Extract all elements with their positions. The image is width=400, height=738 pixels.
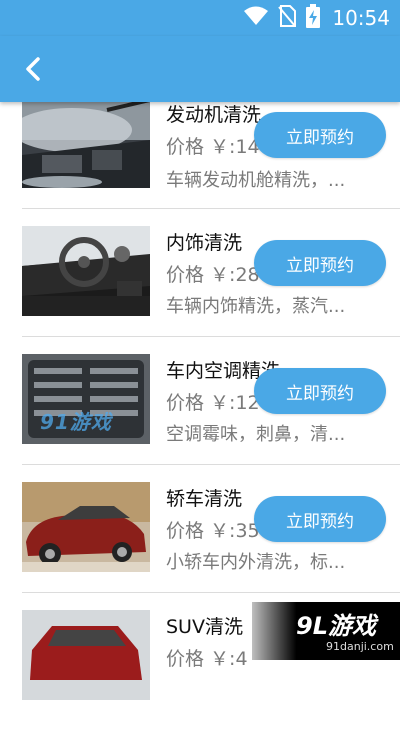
chevron-left-icon (26, 57, 40, 81)
engine-wash-thumbnail (22, 100, 150, 188)
book-now-button[interactable]: 立即预约 (254, 496, 386, 542)
service-price: 价格 ￥:12 (166, 388, 260, 415)
divider (22, 336, 400, 337)
watermark-main: 9L游戏 (296, 612, 376, 640)
battery-charging-icon (306, 4, 321, 32)
interior-thumbnail (22, 226, 150, 316)
service-description: 车辆内饰精洗，蒸汽... (166, 296, 346, 317)
price-label: 价格 ￥: (166, 392, 236, 414)
service-price: 价格 ￥:35 (166, 516, 260, 543)
status-bar: 10:54 (0, 0, 400, 36)
divider (22, 208, 400, 209)
price-label: 价格 ￥: (166, 136, 236, 158)
list-item[interactable]: 轿车清洗 价格 ￥:35 小轿车内外清洗，标... 立即预约 (0, 482, 400, 610)
divider (22, 592, 400, 593)
suv-thumbnail (22, 610, 150, 700)
list-item[interactable]: 91游戏 车内空调精洗 价格 ￥:12 空调霉味，刺鼻，清... 立即预约 (0, 354, 400, 482)
list-item[interactable]: 发动机清洗 价格 ￥:14 车辆发动机舱精洗，... 立即预约 (0, 100, 400, 228)
thumbnail-watermark: 91游戏 (40, 410, 112, 434)
price-label: 价格 ￥: (166, 264, 236, 286)
service-price: 价格 ￥:28 (166, 260, 260, 287)
status-icons: 10:54 (244, 4, 390, 32)
service-title: SUV清洗 (166, 616, 243, 638)
status-time: 10:54 (332, 6, 390, 30)
service-description: 空调霉味，刺鼻，清... (166, 424, 346, 445)
ac-vent-thumbnail: 91游戏 (22, 354, 150, 444)
service-title: 发动机清洗 (166, 104, 262, 126)
service-price: 价格 ￥:14 (166, 132, 260, 159)
list-item[interactable]: 内饰清洗 价格 ￥:28 车辆内饰精洗，蒸汽... 立即预约 (0, 226, 400, 354)
back-button[interactable] (16, 52, 50, 86)
watermark-logo: 9L游戏 91danji.com (252, 602, 400, 660)
price-label: 价格 ￥: (166, 520, 236, 542)
divider (22, 464, 400, 465)
price-label: 价格 ￥: (166, 648, 236, 670)
app-bar (0, 36, 400, 102)
service-description: 车辆发动机舱精洗，... (166, 170, 346, 191)
service-description: 小轿车内外清洗，标... (166, 552, 346, 573)
service-title: 内饰清洗 (166, 232, 243, 254)
price-value: 4 (235, 648, 248, 670)
service-price: 价格 ￥:4 (166, 644, 248, 671)
watermark-url: 91danji.com (326, 640, 394, 653)
book-now-button[interactable]: 立即预约 (254, 240, 386, 286)
service-title: 轿车清洗 (166, 488, 243, 510)
sedan-thumbnail (22, 482, 150, 572)
book-now-button[interactable]: 立即预约 (254, 368, 386, 414)
book-now-button[interactable]: 立即预约 (254, 112, 386, 158)
no-sim-icon (278, 5, 297, 31)
wifi-icon (244, 6, 269, 30)
